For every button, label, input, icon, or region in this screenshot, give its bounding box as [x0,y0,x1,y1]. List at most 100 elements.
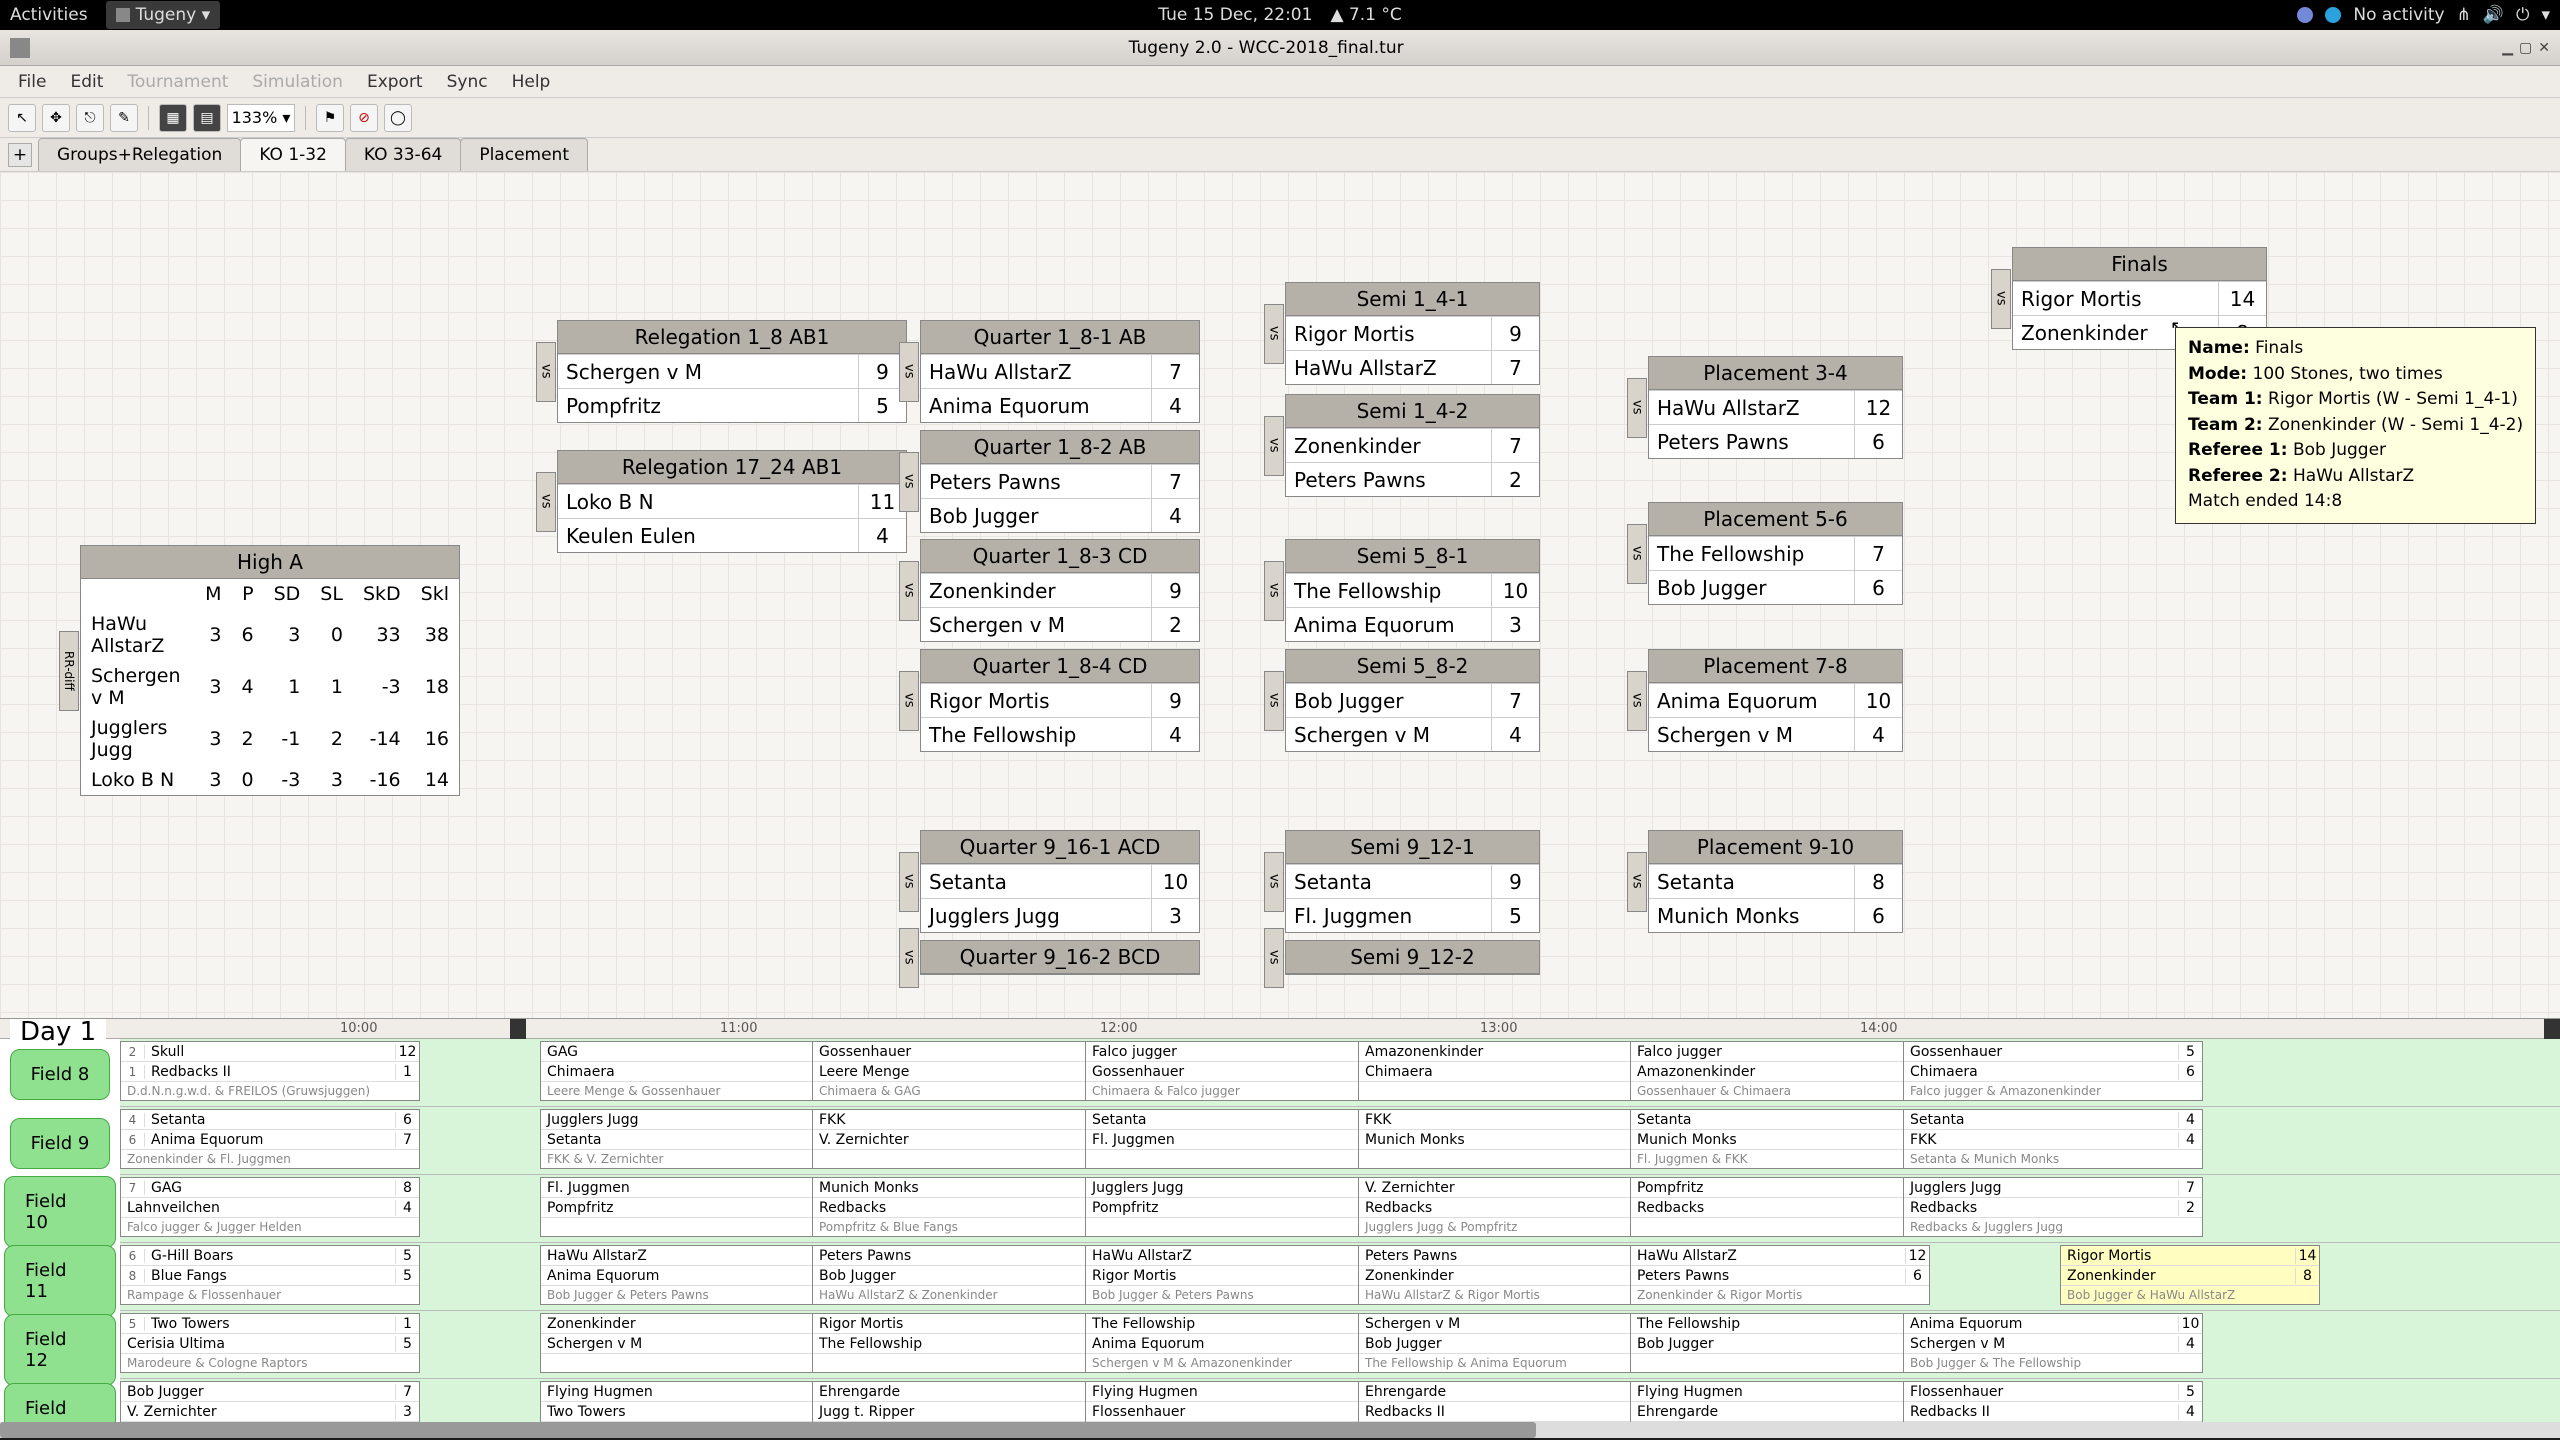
match-s1[interactable]: vsSemi 1_4-1Rigor Mortis9HaWu AllstarZ7 [1285,282,1540,385]
match-r1[interactable]: vsRelegation 1_8 AB1Schergen v M9Pompfri… [557,320,907,423]
match-card[interactable]: Jugglers Jugg3Pompfritz4 [1085,1177,1385,1237]
horizontal-scrollbar[interactable] [0,1422,2560,1438]
match-card[interactable]: Jugglers Jugg3Setanta10FKK & V. Zernicht… [540,1109,840,1169]
clock[interactable]: Tue 15 Dec, 22:01 [1158,5,1312,25]
grid-large-icon[interactable]: ▤ [193,104,221,132]
maximize-button[interactable]: ▢ [2519,40,2532,56]
match-card[interactable]: HaWu AllstarZ7Anima Equorum4Bob Jugger &… [540,1245,840,1305]
network-icon[interactable]: ⋔ [2457,5,2471,25]
dropdown-icon[interactable]: ▾ [2541,5,2550,25]
time-marker-end[interactable] [2544,1019,2560,1039]
move-tool-icon[interactable]: ✥ [42,104,70,132]
match-card[interactable]: V. Zernichter5Redbacks4Jugglers Jugg & P… [1358,1177,1658,1237]
match-card[interactable]: 7GAG8Lahnveilchen4Falco jugger & Jugger … [120,1177,420,1237]
pointer-tool-icon[interactable]: ↖ [8,104,36,132]
app-menu[interactable]: Tugeny ▾ [106,1,221,29]
volume-icon[interactable]: 🔊 [2483,5,2504,25]
match-r2[interactable]: vsRelegation 17_24 AB1Loko B N11Keulen E… [557,450,907,553]
grid-small-icon[interactable]: ▦ [159,104,187,132]
match-p56[interactable]: vsPlacement 5-6The Fellowship7Bob Jugger… [1648,502,1903,605]
tab-groups[interactable]: Groups+Relegation [38,138,241,171]
match-p34[interactable]: vsPlacement 3-4HaWu AllstarZ12Peters Paw… [1648,356,1903,459]
match-card[interactable]: Rigor Mortis9The Fellowship4 [812,1313,1112,1373]
match-card[interactable]: Schergen v M4Bob Jugger7The Fellowship &… [1358,1313,1658,1373]
text-tool-icon[interactable]: ✎ [110,104,138,132]
vs-label: vs [1991,269,2011,329]
field-label[interactable]: Field 9 [4,1109,116,1177]
match-p910[interactable]: vsPlacement 9-10Setanta8Munich Monks6 [1648,830,1903,933]
match-card[interactable]: Peters Pawns2Zonenkinder7HaWu AllstarZ &… [1358,1245,1658,1305]
connector-lines [0,172,300,322]
match-card[interactable]: Rigor Mortis14Zonenkinder8Bob Jugger & H… [2060,1245,2320,1305]
match-card[interactable]: Munich Monks10Redbacks6Pompfritz & Blue … [812,1177,1112,1237]
match-card[interactable]: FKK4Munich Monks8 [1358,1109,1658,1169]
match-card[interactable]: Pompfritz3Redbacks5 [1630,1177,1930,1237]
time-marker-start[interactable] [510,1019,526,1039]
match-s3[interactable]: vsSemi 5_8-1The Fellowship10Anima Equoru… [1285,539,1540,642]
link-tool-icon[interactable]: ⎋ [76,104,104,132]
tab-placement[interactable]: Placement [460,138,588,171]
match-card[interactable]: Anima Equorum10Schergen v M4Bob Jugger &… [1903,1313,2203,1373]
match-card[interactable]: Amazonenkinder6Chimaera3 [1358,1041,1658,1101]
match-s6h[interactable]: vsSemi 9_12-2 [1285,940,1540,975]
menu-edit[interactable]: Edit [60,68,113,96]
match-q4[interactable]: vsQuarter 1_8-4 CDRigor Mortis9The Fello… [920,649,1200,752]
match-card[interactable]: Falco jugger7Gossenhauer3Chimaera & Falc… [1085,1041,1385,1101]
match-q1[interactable]: vsQuarter 1_8-1 ABHaWu AllstarZ7Anima Eq… [920,320,1200,423]
match-card[interactable]: Setanta4FKK4Setanta & Munich Monks [1903,1109,2203,1169]
match-card[interactable]: 4Setanta66Anima Equorum7Zonenkinder & Fl… [120,1109,420,1169]
field-label[interactable]: Field 10 [4,1178,116,1246]
match-card[interactable]: Peters Pawns7Bob Jugger4HaWu AllstarZ & … [812,1245,1112,1305]
menu-sync[interactable]: Sync [437,68,498,96]
match-card[interactable]: Zonenkinder9Schergen v M2 [540,1313,840,1373]
match-card[interactable]: The Fellowship7Bob Jugger6 [1630,1313,1930,1373]
field-label[interactable]: Field 8 [4,1040,116,1108]
match-s5[interactable]: vsSemi 9_12-1Setanta9Fl. Juggmen5 [1285,830,1540,933]
match-q2[interactable]: vsQuarter 1_8-2 ABPeters Pawns7Bob Jugge… [920,430,1200,533]
match-q6h[interactable]: vsQuarter 9_16-2 BCD [920,940,1200,975]
activities-button[interactable]: Activities [10,5,88,25]
match-card[interactable]: Setanta9Fl. Juggmen5 [1085,1109,1385,1169]
match-s2[interactable]: vsSemi 1_4-2Zonenkinder7Peters Pawns2 [1285,394,1540,497]
menu-help[interactable]: Help [502,68,561,96]
field-label[interactable]: Field 12 [4,1316,116,1384]
match-card[interactable]: Gossenhauer5Chimaera6Falco jugger & Amaz… [1903,1041,2203,1101]
match-card[interactable]: Gossenhauer8Leere Menge9Chimaera & GAG [812,1041,1112,1101]
match-card[interactable]: GAG7Chimaera4Leere Menge & Gossenhauer [540,1041,840,1101]
field-label[interactable]: Field 11 [4,1247,116,1315]
flag-tool-icon[interactable]: ⚑ [316,104,344,132]
match-card[interactable]: HaWu AllstarZ12Peters Pawns6Zonenkinder … [1630,1245,1930,1305]
match-card[interactable]: Jugglers Jugg7Redbacks2Redbacks & Juggle… [1903,1177,2203,1237]
match-p78[interactable]: vsPlacement 7-8Anima Equorum10Schergen v… [1648,649,1903,752]
match-q3[interactable]: vsQuarter 1_8-3 CDZonenkinder9Schergen v… [920,539,1200,642]
match-card[interactable]: HaWu AllstarZ7Rigor Mortis9Bob Jugger & … [1085,1245,1385,1305]
zoom-select[interactable] [227,104,295,132]
tab-ko-1-32[interactable]: KO 1-32 [240,138,346,171]
group-table[interactable]: RR-diff High A MPSDSLSkDSklHaWu AllstarZ… [80,545,460,796]
circle-tool-icon[interactable]: ◯ [384,104,412,132]
disable-tool-icon[interactable]: ⊘ [350,104,378,132]
tab-ko-33-64[interactable]: KO 33-64 [345,138,461,171]
schedule-grid[interactable]: 2Skull121Redbacks II1D.d.N.n.g.w.d. & FR… [120,1039,2560,1438]
match-s4[interactable]: vsSemi 5_8-2Bob Jugger7Schergen v M4 [1285,649,1540,752]
add-tab-button[interactable]: + [8,143,32,167]
match-card[interactable]: 6G-Hill Boars58Blue Fangs5Rampage & Flos… [120,1245,420,1305]
menu-export[interactable]: Export [357,68,433,96]
match-card[interactable]: Setanta8Munich Monks6Fl. Juggmen & FKK [1630,1109,1930,1169]
power-icon[interactable]: ⏻ [2516,5,2529,25]
minimize-button[interactable]: ▁ [2502,40,2513,56]
match-card[interactable]: Fl. Juggmen6*Pompfritz5 [540,1177,840,1237]
menu-file[interactable]: File [8,68,56,96]
day-label: Day 1 [10,1018,106,1047]
match-card[interactable]: The Fellowship10Anima Equorum3Schergen v… [1085,1313,1385,1373]
match-card[interactable]: 2Skull121Redbacks II1D.d.N.n.g.w.d. & FR… [120,1041,420,1101]
close-button[interactable]: ✕ [2538,40,2550,56]
match-q5[interactable]: vsQuarter 9_16-1 ACDSetanta10Jugglers Ju… [920,830,1200,933]
team1-name: Setanta [921,870,1151,894]
bracket-canvas[interactable]: RR-diff High A MPSDSLSkDSklHaWu AllstarZ… [0,172,2560,1018]
match-card[interactable]: 5Two Towers1Cerisia Ultima5Marodeure & C… [120,1313,420,1373]
match-card[interactable]: Falco jugger7Amazonenkinder5Gossenhauer … [1630,1041,1930,1101]
match-card[interactable]: FKK4V. Zernichter5 [812,1109,1112,1169]
telegram-icon[interactable] [2325,7,2341,23]
discord-icon[interactable] [2297,7,2313,23]
